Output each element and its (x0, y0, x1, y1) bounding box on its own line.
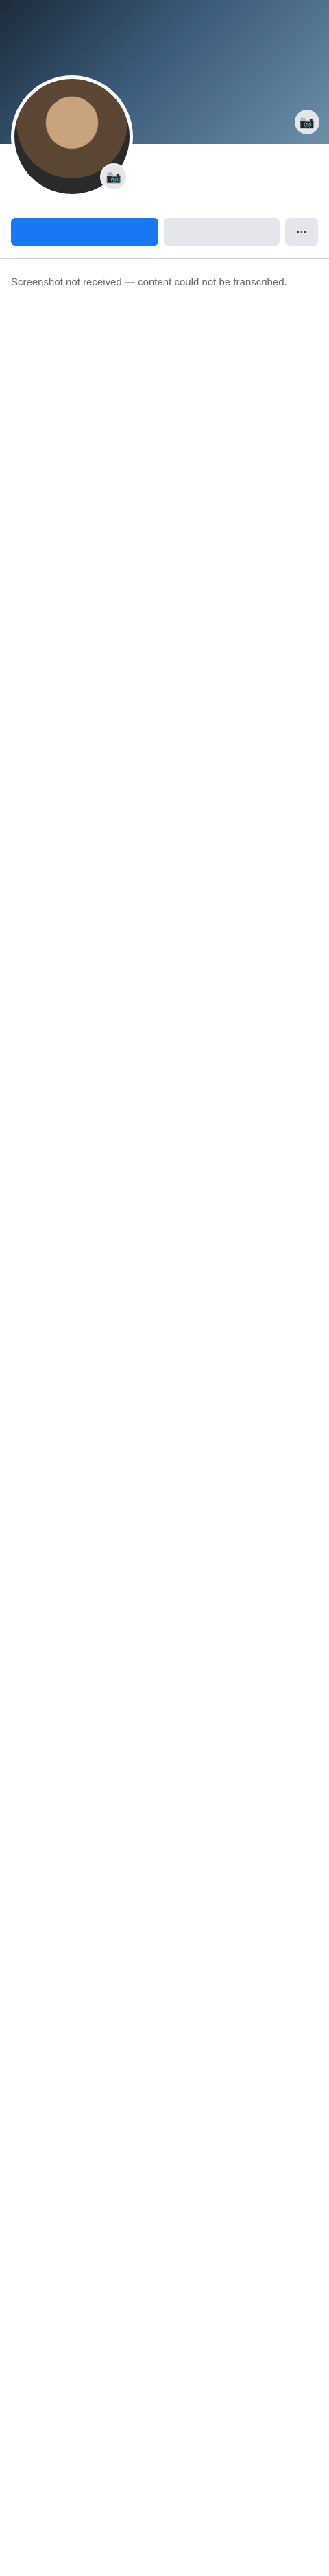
profile-actions: ⋯ (11, 218, 318, 246)
secondary-button[interactable] (164, 218, 280, 246)
more-button[interactable]: ⋯ (285, 218, 318, 246)
profile-page: 📷 📷 ⋯ Screenshot not received — content … (0, 0, 329, 2576)
notice: Screenshot not received — content could … (11, 276, 287, 288)
camera-icon[interactable]: 📷 (100, 163, 127, 191)
camera-icon[interactable]: 📷 (295, 110, 319, 134)
primary-button[interactable] (11, 218, 159, 246)
